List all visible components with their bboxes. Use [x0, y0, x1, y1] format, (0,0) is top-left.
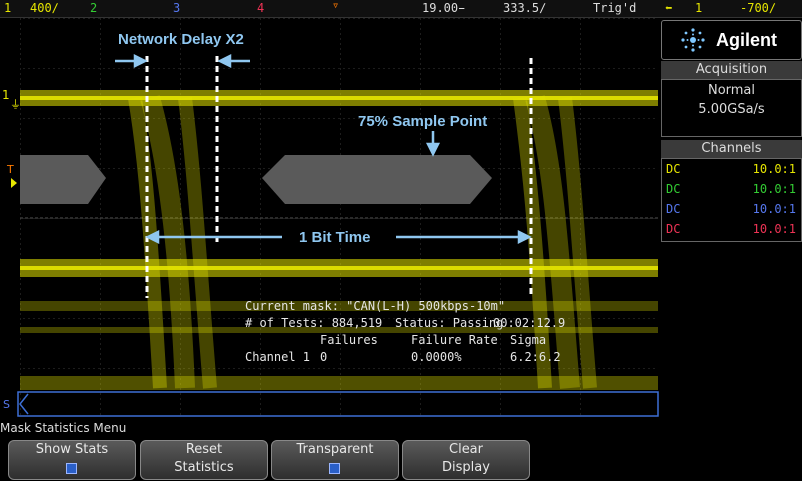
show-stats-button[interactable]: Show Stats — [8, 440, 136, 480]
row-failures: 0 — [320, 350, 327, 364]
current-mask-text: Current mask: "CAN(L-H) 500kbps-10m" — [245, 299, 505, 313]
timebase-delay[interactable]: 19.00̵ — [422, 1, 465, 15]
ch1-ground-marker[interactable]: 1 — [2, 88, 10, 102]
ch4-probe: 10.0:1 — [752, 222, 796, 236]
transparent-button[interactable]: Transparent — [271, 440, 399, 480]
col-failure-rate: Failure Rate — [411, 333, 498, 347]
trigger-level[interactable]: -700∕ — [740, 1, 776, 15]
col-failures: Failures — [320, 333, 378, 347]
ch3-probe: 10.0:1 — [752, 202, 796, 216]
acquisition-box[interactable]: Normal 5.00GSa/s — [661, 79, 802, 137]
col-sigma: Sigma — [510, 333, 546, 347]
acquisition-mode: Normal — [707, 83, 756, 98]
transparent-label: Transparent — [296, 442, 374, 457]
ch2-number[interactable]: 2 — [90, 1, 97, 15]
ch4-coupling: DC — [666, 222, 681, 236]
test-status: Status: Passing — [395, 316, 503, 330]
mask-region-center — [262, 155, 492, 204]
ch1-scale[interactable]: 400∕ — [30, 1, 59, 15]
bit-time-label: 1 Bit Time — [299, 229, 370, 246]
side-panel: Agilent Acquisition Normal 5.00GSa/s Cha… — [661, 18, 802, 418]
serial-marker[interactable]: S — [3, 398, 10, 411]
waveform-display: Network Delay X2 75% Sample Point 1 Bit … — [0, 18, 660, 418]
trigger-level-marker[interactable]: T — [6, 163, 14, 176]
ch1-coupling: DC — [666, 162, 681, 176]
ch3-number[interactable]: 3 — [173, 1, 180, 15]
timebase-scale[interactable]: 333.5∕ — [503, 1, 546, 15]
brand-name: Agilent — [716, 30, 777, 50]
show-stats-label: Show Stats — [35, 442, 109, 457]
trigger-source[interactable]: 1 — [695, 1, 702, 15]
status-bar: 1 400∕ 2 3 4 ▿ 19.00̵ 333.5∕ Trig'd ⬅ 1 … — [0, 0, 802, 18]
reset-label-1: Reset — [185, 442, 223, 457]
network-delay-label: Network Delay X2 — [118, 31, 244, 48]
reset-statistics-button[interactable]: Reset Statistics — [140, 440, 268, 480]
trigger-state: Trig'd — [593, 1, 637, 15]
sample-point-label: 75% Sample Point — [358, 113, 487, 130]
transparent-checkbox-icon — [329, 463, 340, 474]
channels-header: Channels — [661, 140, 802, 158]
acquisition-header: Acquisition — [661, 61, 802, 79]
menu-title: Mask Statistics Menu — [0, 421, 127, 435]
sample-rate: 5.00GSa/s — [698, 102, 765, 117]
row-channel-label: Channel 1 — [245, 350, 310, 364]
ground-icon: ⏚ — [10, 98, 21, 111]
ch3-coupling: DC — [666, 202, 681, 216]
reset-label-2: Statistics — [174, 460, 234, 475]
ch1-probe: 10.0:1 — [752, 162, 796, 176]
clear-label-1: Clear — [449, 442, 483, 457]
clear-label-2: Display — [442, 460, 490, 475]
agilent-spark-icon — [681, 28, 705, 52]
row-sigma: 6.2:6.2 — [510, 350, 561, 364]
trigger-position-marker: ▿ — [332, 0, 340, 12]
row-failure-rate: 0.0000% — [411, 350, 462, 364]
show-stats-checkbox-icon — [66, 463, 77, 474]
elapsed-time: 00:02:12.9 — [493, 316, 565, 330]
channels-box[interactable]: DC 10.0:1 DC 10.0:1 DC 10.0:1 DC 10.0:1 — [661, 158, 802, 242]
ch1-number[interactable]: 1 — [4, 1, 11, 15]
trigger-edge-icon: ⬅ — [665, 1, 673, 15]
ch4-number[interactable]: 4 — [257, 1, 264, 15]
tests-count: # of Tests: 884,519 — [245, 316, 382, 330]
clear-display-button[interactable]: Clear Display — [402, 440, 530, 480]
ch2-probe: 10.0:1 — [752, 182, 796, 196]
brand-logo: Agilent — [661, 20, 802, 60]
ch2-coupling: DC — [666, 182, 681, 196]
